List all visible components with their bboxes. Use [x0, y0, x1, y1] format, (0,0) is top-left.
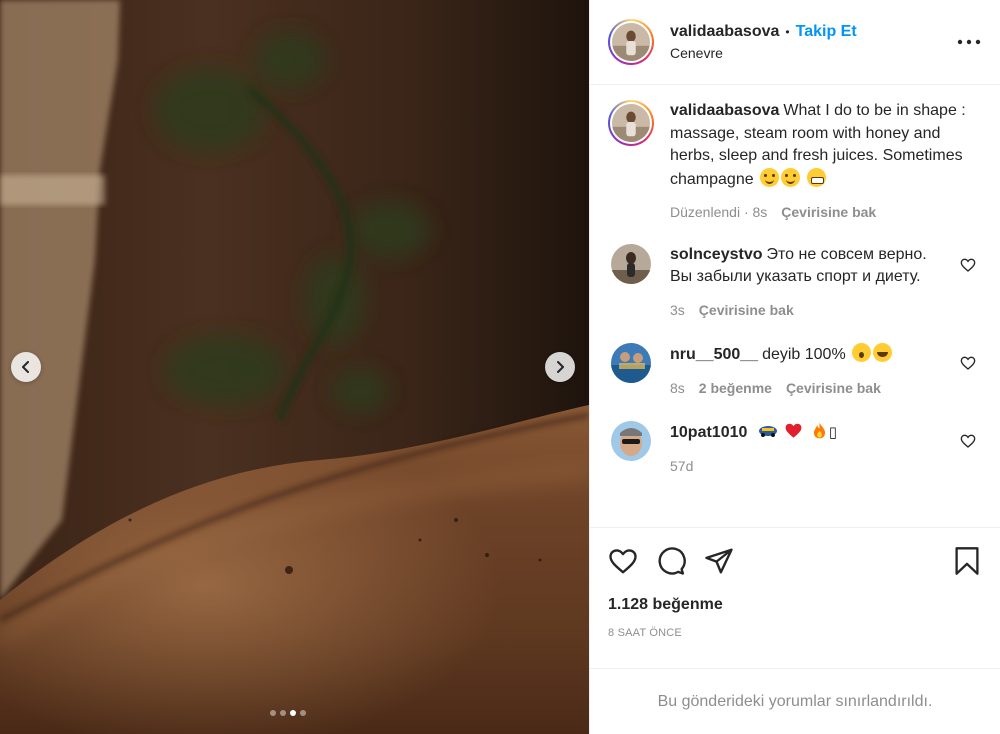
- carousel-dot: [300, 710, 306, 716]
- small-heart-icon[interactable]: [960, 433, 976, 449]
- post-modal: validaabasova • Takip Et Cenevre validaa…: [0, 0, 1000, 734]
- see-translation-link[interactable]: Çevirisine bak: [699, 299, 794, 322]
- comment-likes[interactable]: 2 beğenme: [699, 377, 772, 400]
- carousel-dot: [270, 710, 276, 716]
- separator-dot: •: [785, 25, 790, 39]
- like-icon: [609, 549, 637, 574]
- grimacing-emoji-icon: [806, 167, 826, 187]
- comment-time: 8s: [670, 379, 685, 396]
- comment-username[interactable]: solnceystvo: [670, 246, 762, 263]
- post-timestamp: 8 SAAT ÖNCE: [608, 627, 682, 639]
- missing-glyph: ▯: [828, 424, 838, 441]
- caption-username[interactable]: validaabasova: [670, 102, 779, 119]
- caption-avatar-image: [612, 104, 650, 142]
- next-image-button[interactable]: [545, 352, 575, 382]
- chevron-right-icon: [557, 361, 564, 373]
- see-translation-link[interactable]: Çevirisine bak: [781, 201, 876, 224]
- post-actions: 1.128 beğenme 8 SAAT ÖNCE: [590, 527, 1000, 667]
- author-avatar[interactable]: [608, 19, 654, 65]
- share-button[interactable]: [704, 546, 734, 576]
- commenter-avatar[interactable]: [611, 343, 651, 383]
- comment-item: 10pat1010 ▯ 57d: [608, 421, 982, 477]
- comment-item: solnceystvo Это не совсем верно. Вы забыл…: [608, 243, 982, 322]
- carousel-dot: [280, 710, 286, 716]
- small-heart-icon[interactable]: [960, 355, 976, 371]
- post-photo: [0, 0, 589, 734]
- comments-list[interactable]: validaabasova What I do to be in shape : …: [590, 86, 1000, 526]
- caption-edited-time: Düzenlendi · 8s: [670, 204, 768, 220]
- commenter-avatar[interactable]: [611, 421, 651, 461]
- chevron-left-icon: [22, 361, 29, 373]
- comment-username[interactable]: 10pat1010: [670, 424, 747, 441]
- author-username[interactable]: validaabasova: [670, 23, 779, 41]
- follow-button[interactable]: Takip Et: [796, 23, 857, 41]
- more-options-icon: [957, 39, 981, 45]
- racing-car-emoji-icon: [758, 426, 777, 437]
- comment-button[interactable]: [656, 546, 686, 576]
- caption-avatar[interactable]: [608, 100, 654, 146]
- comment-time: 57d: [670, 457, 694, 474]
- post-header: validaabasova • Takip Et Cenevre: [590, 0, 1000, 85]
- more-options-button[interactable]: [956, 30, 982, 54]
- like-count[interactable]: 1.128 beğenme: [608, 596, 982, 614]
- commenter-avatar[interactable]: [611, 243, 651, 284]
- comment-item: nru__500__ deyib 100% 8s 2 beğenme Çeviri…: [608, 343, 982, 399]
- post-location[interactable]: Cenevre: [670, 45, 956, 61]
- surprised-emoji-icon: [852, 343, 872, 362]
- see-translation-link[interactable]: Çevirisine bak: [786, 377, 881, 400]
- fire-emoji-icon: [813, 422, 825, 439]
- red-heart-emoji-icon: [785, 423, 802, 438]
- carousel-dot-active: [290, 710, 296, 716]
- post-media[interactable]: [0, 0, 589, 734]
- bookmark-icon: [955, 547, 979, 575]
- laughing-emoji-icon: [873, 343, 893, 362]
- smiling-emoji-icon: [760, 167, 780, 187]
- comments-limited-notice: Bu gönderideki yorumlar sınırlandırıldı.: [590, 668, 1000, 734]
- small-heart-icon[interactable]: [960, 257, 976, 273]
- comment-time: 3s: [670, 301, 685, 318]
- carousel-indicator: [270, 710, 306, 716]
- share-icon: [705, 548, 733, 574]
- comment-text: deyib 100%: [762, 346, 846, 363]
- save-button[interactable]: [952, 546, 982, 576]
- post-caption: validaabasova What I do to be in shape : …: [608, 100, 982, 224]
- author-avatar-image: [612, 23, 650, 61]
- post-sidebar: validaabasova • Takip Et Cenevre validaa…: [589, 0, 1000, 734]
- previous-image-button[interactable]: [11, 352, 41, 382]
- smiling-emoji-icon: [781, 167, 801, 187]
- comment-username[interactable]: nru__500__: [670, 346, 758, 363]
- like-button[interactable]: [608, 546, 638, 576]
- comment-icon: [658, 547, 686, 575]
